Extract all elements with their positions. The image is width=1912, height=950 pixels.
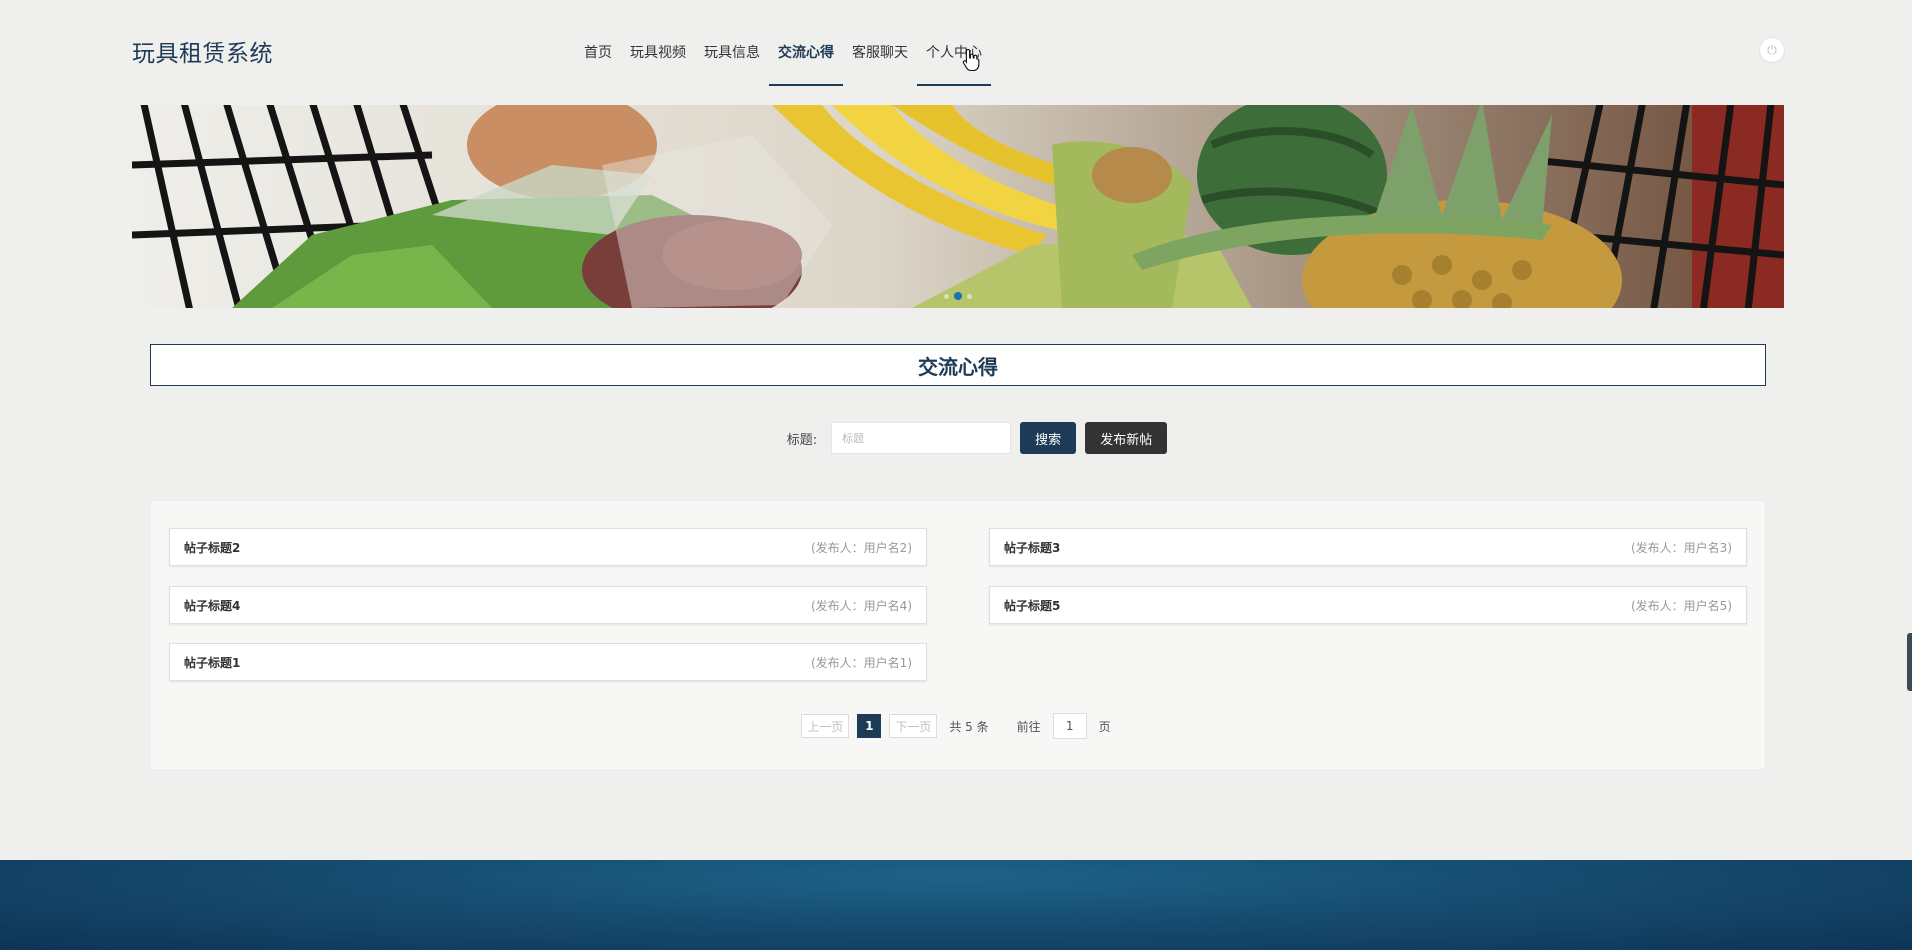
search-bar: 标题: 搜索 发布新帖 bbox=[0, 422, 1912, 454]
nav-item-toy-info[interactable]: 玩具信息 bbox=[695, 38, 769, 86]
scrollbar-handle[interactable] bbox=[1907, 633, 1912, 691]
main-nav: 首页 玩具视频 玩具信息 交流心得 客服聊天 个人中心 bbox=[575, 38, 991, 86]
hand-cursor-icon bbox=[962, 48, 980, 72]
goto-page-input[interactable]: 1 bbox=[1052, 713, 1087, 739]
carousel-dot-2[interactable] bbox=[954, 292, 962, 300]
post-title: 帖子标题3 bbox=[1004, 540, 1061, 555]
post-author: (发布人：用户名4) bbox=[811, 598, 912, 613]
nav-item-home[interactable]: 首页 bbox=[575, 38, 621, 86]
list-item[interactable]: 帖子标题5 (发布人：用户名5) bbox=[989, 586, 1747, 624]
new-post-button[interactable]: 发布新帖 bbox=[1085, 422, 1168, 454]
carousel-dot-1[interactable] bbox=[944, 293, 949, 299]
list-item[interactable]: 帖子标题4 (发布人：用户名4) bbox=[169, 586, 927, 624]
post-title: 帖子标题4 bbox=[184, 598, 241, 613]
post-author: (发布人：用户名2) bbox=[811, 540, 912, 555]
post-author: (发布人：用户名3) bbox=[1631, 540, 1732, 555]
nav-item-support-chat[interactable]: 客服聊天 bbox=[843, 38, 917, 86]
site-header: 玩具租赁系统 首页 玩具视频 玩具信息 交流心得 客服聊天 个人中心 ⏻ bbox=[0, 0, 1912, 100]
search-input[interactable] bbox=[831, 422, 1012, 454]
post-author: (发布人：用户名1) bbox=[811, 655, 912, 670]
post-author: (发布人：用户名5) bbox=[1631, 598, 1732, 613]
next-page-button[interactable]: 下一页 bbox=[889, 714, 938, 738]
search-button[interactable]: 搜索 bbox=[1020, 422, 1077, 454]
power-icon[interactable]: ⏻ bbox=[1760, 38, 1784, 62]
goto-label: 前往 bbox=[1016, 719, 1041, 734]
site-footer bbox=[0, 860, 1912, 950]
banner-image bbox=[132, 105, 1784, 308]
post-title: 帖子标题5 bbox=[1004, 598, 1061, 613]
prev-page-button[interactable]: 上一页 bbox=[801, 714, 850, 738]
post-title: 帖子标题1 bbox=[184, 655, 241, 670]
list-item[interactable]: 帖子标题2 (发布人：用户名2) bbox=[169, 528, 927, 566]
nav-item-toy-videos[interactable]: 玩具视频 bbox=[621, 38, 695, 86]
list-item[interactable]: 帖子标题1 (发布人：用户名1) bbox=[169, 643, 927, 681]
pagination: 上一页 1 下一页 共 5 条 前往 1 页 bbox=[0, 713, 1912, 739]
search-label: 标题: bbox=[786, 432, 818, 448]
banner-carousel[interactable] bbox=[132, 105, 1784, 308]
total-count: 共 5 条 bbox=[949, 719, 989, 734]
nav-item-forum[interactable]: 交流心得 bbox=[769, 38, 843, 86]
carousel-dot-3[interactable] bbox=[967, 293, 972, 299]
site-title[interactable]: 玩具租赁系统 bbox=[132, 34, 273, 68]
carousel-dots bbox=[944, 292, 972, 300]
section-title: 交流心得 bbox=[150, 344, 1766, 386]
post-title: 帖子标题2 bbox=[184, 540, 241, 555]
page-suffix: 页 bbox=[1098, 719, 1111, 734]
page-number-1[interactable]: 1 bbox=[857, 714, 882, 738]
list-item[interactable]: 帖子标题3 (发布人：用户名3) bbox=[989, 528, 1747, 566]
